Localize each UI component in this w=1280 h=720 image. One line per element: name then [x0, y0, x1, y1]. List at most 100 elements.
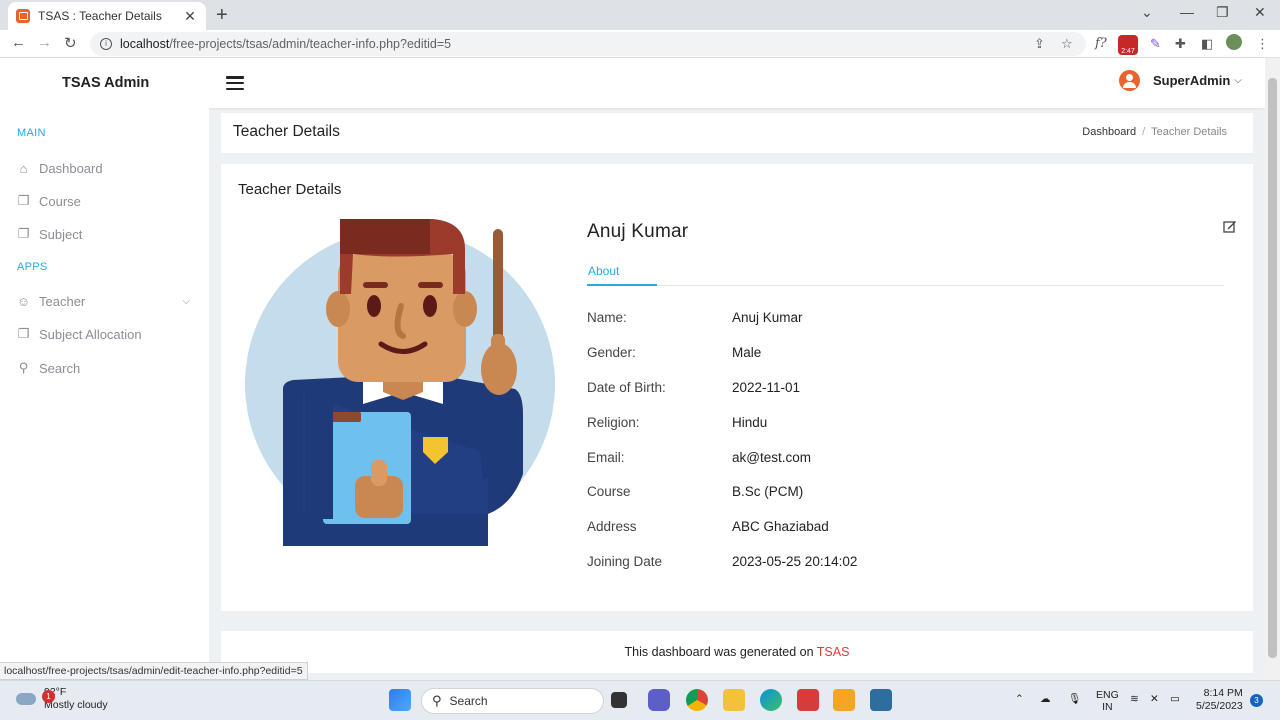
clock-date: 5/25/2023 [1196, 700, 1243, 712]
info-label: Gender: [587, 345, 636, 360]
address-url: localhost/free-projects/tsas/admin/teach… [120, 37, 452, 51]
info-label: Joining Date [587, 554, 663, 569]
app-header: TSAS Admin SuperAdmin ⌵ [0, 58, 1265, 108]
info-row-religion: Religion: Hindu [587, 415, 1187, 435]
taskbar-search-label: Search [449, 694, 488, 708]
region-code: IN [1102, 701, 1113, 713]
sidebar-item-subject[interactable]: ❐ Subject [16, 223, 196, 245]
edge-icon[interactable] [760, 689, 782, 711]
formula-extension-icon[interactable]: f? [1095, 36, 1107, 51]
info-value: Hindu [732, 415, 768, 430]
teams-chat-icon[interactable] [648, 689, 670, 711]
volume-muted-icon[interactable]: ✕ [1150, 693, 1159, 705]
side-panel-icon[interactable]: ◧ [1201, 36, 1213, 52]
info-label: Name: [587, 310, 627, 325]
task-view-icon[interactable] [611, 692, 627, 708]
weather-widget[interactable]: 1 92°F Mostly cloudy [16, 686, 108, 712]
info-value: 2022-11-01 [732, 380, 801, 395]
info-value: ABC Ghaziabad [732, 519, 829, 534]
database-app-icon[interactable] [870, 689, 892, 711]
site-favicon-icon [16, 9, 30, 23]
sidebar-item-subject-allocation[interactable]: ❐ Subject Allocation [16, 323, 196, 345]
footer-text: This dashboard was generated on TSAS [624, 645, 850, 659]
weather-badge: 1 [42, 690, 55, 703]
forward-icon[interactable]: → [37, 34, 52, 51]
cloud-icon [16, 693, 36, 705]
info-row-joining-date: Joining Date 2023-05-25 20:14:02 [587, 554, 1187, 574]
taskbar-clock[interactable]: 8:14 PM 5/25/2023 [1196, 687, 1243, 713]
menu-toggle-icon[interactable] [226, 76, 244, 90]
info-row-email: Email: ak@test.com [587, 450, 1187, 470]
tab-search-chevron-icon[interactable]: ⌄ [1141, 4, 1153, 21]
footer: This dashboard was generated on TSAS [221, 631, 1253, 673]
browser-menu-icon[interactable]: ⋮ [1256, 36, 1269, 52]
recorder-extension-icon[interactable]: 2:47 [1118, 35, 1138, 55]
sidebar-item-label: Dashboard [39, 160, 103, 176]
sublime-text-icon[interactable] [833, 689, 855, 711]
breadcrumb: Dashboard / Teacher Details [1082, 126, 1227, 138]
address-bar[interactable]: i localhost/free-projects/tsas/admin/tea… [90, 32, 1086, 56]
info-row-gender: Gender: Male [587, 345, 1187, 365]
reload-icon[interactable]: ↻ [64, 34, 77, 52]
user-menu[interactable]: SuperAdmin ⌵ [1119, 70, 1242, 91]
battery-icon[interactable]: ▭ [1170, 693, 1180, 705]
profile-avatar[interactable] [1226, 34, 1242, 50]
sidebar-item-course[interactable]: ❐ Course [16, 190, 196, 212]
info-row-course: Course B.Sc (PCM) [587, 484, 1187, 504]
tab-title: TSAS : Teacher Details [38, 9, 162, 23]
tray-chevron-up-icon[interactable]: ⌃ [1015, 693, 1024, 705]
bookmark-star-icon[interactable]: ☆ [1061, 36, 1073, 52]
sidebar-item-teacher[interactable]: ☺ Teacher ⌵ [16, 290, 196, 312]
browser-toolbar: ← → ↻ i localhost/free-projects/tsas/adm… [0, 30, 1280, 58]
back-icon[interactable]: ← [11, 34, 26, 51]
file-explorer-icon[interactable] [723, 689, 745, 711]
brand-title[interactable]: TSAS Admin [62, 75, 149, 91]
site-info-icon[interactable]: i [100, 38, 112, 50]
info-row-name: Name: Anuj Kumar [587, 310, 1187, 330]
share-icon[interactable]: ⇪ [1034, 36, 1045, 52]
info-value: Anuj Kumar [732, 310, 803, 325]
window-close-icon[interactable]: ✕ [1254, 4, 1266, 21]
new-tab-icon[interactable]: + [216, 4, 228, 27]
teacher-details-card: Teacher Details Anuj Kumar About Name: A… [221, 164, 1253, 611]
page-scrollbar[interactable] [1265, 58, 1280, 680]
notification-count-badge[interactable]: 3 [1250, 694, 1263, 707]
sidebar-item-dashboard[interactable]: ⌂ Dashboard [16, 157, 196, 179]
app-red-icon[interactable] [797, 689, 819, 711]
microphone-icon[interactable]: 🎙 [1068, 693, 1081, 705]
taskbar-search[interactable]: ⚲ Search [421, 688, 604, 714]
minimize-icon[interactable]: — [1180, 4, 1194, 20]
footer-brand-link[interactable]: TSAS [817, 645, 850, 659]
sidebar-item-search[interactable]: ⚲ Search [16, 357, 196, 379]
tab-about-active-indicator [587, 284, 657, 286]
pen-extension-icon[interactable]: ✎ [1150, 36, 1161, 52]
sidebar-item-label: Teacher [39, 293, 86, 309]
tab-about[interactable]: About [588, 264, 619, 278]
wifi-icon[interactable]: ≋ [1130, 693, 1139, 705]
onedrive-cloud-icon[interactable]: ☁ [1040, 693, 1051, 705]
scrollbar-thumb[interactable] [1268, 78, 1277, 658]
info-label: Address [587, 519, 637, 534]
extensions-puzzle-icon[interactable]: ✚ [1175, 36, 1186, 52]
search-icon: ⚲ [432, 693, 442, 708]
breadcrumb-dashboard-link[interactable]: Dashboard [1082, 126, 1136, 138]
browser-tab[interactable]: TSAS : Teacher Details ✕ [8, 2, 206, 30]
user-name: SuperAdmin [1153, 73, 1231, 88]
card-title: Teacher Details [238, 181, 342, 198]
home-icon: ⌂ [19, 160, 28, 176]
tab-close-icon[interactable]: ✕ [182, 8, 198, 25]
chrome-icon[interactable] [686, 689, 708, 711]
copy-icon: ❐ [17, 226, 30, 241]
edit-icon[interactable] [1223, 219, 1237, 233]
user-icon: ☺ [16, 293, 31, 309]
sidebar-item-label: Subject Allocation [39, 326, 142, 342]
maximize-icon[interactable]: ❐ [1216, 4, 1229, 21]
tab-divider [587, 285, 1224, 286]
sidebar-item-label: Search [39, 360, 81, 376]
windows-start-icon[interactable] [389, 689, 411, 711]
sidebar: MAIN ⌂ Dashboard ❐ Course ❐ Subject APPS… [0, 108, 209, 686]
search-icon: ⚲ [18, 360, 29, 375]
link-status-bar: localhost/free-projects/tsas/admin/edit-… [0, 662, 308, 680]
language-indicator[interactable]: ENG IN [1096, 689, 1119, 713]
teacher-illustration-image [245, 219, 555, 546]
